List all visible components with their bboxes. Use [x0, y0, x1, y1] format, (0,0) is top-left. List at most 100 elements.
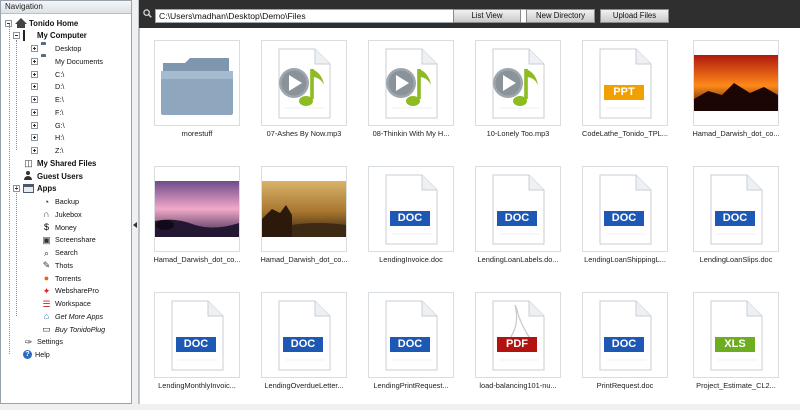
pdf-file-icon	[500, 304, 536, 348]
tree-item-f[interactable]: F:\	[31, 106, 63, 118]
list-view-button[interactable]: List View	[453, 9, 521, 23]
file-name-label[interactable]: 08-Thinkin With My H...	[357, 129, 465, 138]
drive-icon	[41, 82, 52, 92]
doc-file-tile[interactable]: DOC	[368, 292, 454, 378]
collapse-arrow-icon[interactable]	[133, 222, 137, 228]
monitor-icon: ▣	[42, 234, 51, 245]
tree-item-help[interactable]: ? Help	[13, 349, 50, 361]
file-name-label[interactable]: LendingMonthlyInvoic...	[143, 381, 251, 390]
file-name-label[interactable]: LendingLoanShippingL...	[571, 255, 679, 264]
tree-item-d[interactable]: D:\	[31, 81, 64, 93]
tree-item-my-shared-files[interactable]: ◫ My Shared Files	[13, 157, 96, 169]
file-name-label[interactable]: LendingOverdueLetter...	[250, 381, 358, 390]
doc-file-tile[interactable]: DOC	[582, 166, 668, 252]
navigation-header: Navigation	[1, 1, 131, 14]
tree-item-thots[interactable]: ✎ Thots	[31, 259, 73, 271]
tree-item-label: Backup	[55, 197, 79, 206]
tree-guide-line	[16, 40, 17, 150]
audio-file-tile[interactable]	[261, 40, 347, 126]
tree-item-c[interactable]: C:\	[31, 68, 64, 80]
expand-toggle-icon[interactable]	[31, 121, 38, 129]
file-name-label[interactable]: load-balancing101-nu...	[464, 381, 572, 390]
collapse-toggle-icon[interactable]	[13, 32, 20, 40]
expand-toggle-icon[interactable]	[31, 70, 38, 78]
file-name-label[interactable]: LendingPrintRequest...	[357, 381, 465, 390]
image-file-tile[interactable]	[261, 166, 347, 252]
image-file-tile[interactable]	[154, 166, 240, 252]
tree-item-label: Thots	[55, 260, 73, 270]
doc-file-tile[interactable]: DOC	[693, 166, 779, 252]
file-name-label[interactable]: PrintRequest.doc	[571, 381, 679, 390]
tree-item-screenshare[interactable]: ▣ Screenshare	[31, 234, 96, 246]
image-thumbnail	[262, 181, 346, 237]
panel-splitter[interactable]	[132, 0, 139, 404]
xls-file-icon	[710, 300, 763, 371]
expand-toggle-icon[interactable]	[31, 108, 38, 116]
file-name-label[interactable]: LendingLoanLabels.do...	[464, 255, 572, 264]
tree-item-get-more-apps[interactable]: ⌂ Get More Apps	[31, 310, 103, 322]
file-name-label[interactable]: Hamad_Darwish_dot_co...	[250, 255, 358, 264]
expand-toggle-icon[interactable]	[31, 147, 38, 154]
tree-item-search[interactable]: ⌕ Search	[31, 247, 78, 259]
pdf-file-tile[interactable]: PDF	[475, 292, 561, 378]
audio-file-tile[interactable]	[475, 40, 561, 126]
tree-item-g[interactable]: G:\	[31, 119, 65, 131]
doc-file-tile[interactable]: DOC	[261, 292, 347, 378]
tree-item-buy-tonidoplug[interactable]: ▭ Buy TonidoPlug	[31, 323, 105, 335]
audio-file-icon	[386, 68, 431, 106]
expand-toggle-icon[interactable]	[31, 45, 38, 52]
file-name-label[interactable]: Hamad_Darwish_dot_co...	[682, 129, 790, 138]
file-name-label[interactable]: LendingInvoice.doc	[357, 255, 465, 264]
new-directory-button[interactable]: New Directory	[526, 9, 595, 23]
file-name-label[interactable]: Hamad_Darwish_dot_co...	[143, 255, 251, 264]
tree-item-label: My Computer	[37, 31, 87, 41]
upload-files-button[interactable]: Upload Files	[600, 9, 669, 23]
doc-file-tile[interactable]: DOC	[154, 292, 240, 378]
doc-file-icon	[171, 300, 224, 371]
tree-item-e[interactable]: E:\	[31, 94, 64, 106]
file-name-label[interactable]: CodeLathe_Tonido_TPL...	[571, 129, 679, 138]
tree-item-h[interactable]: H:\	[31, 132, 64, 144]
tree-item-label: Search	[55, 248, 78, 257]
xls-file-tile[interactable]: XLS	[693, 292, 779, 378]
doc-file-tile[interactable]: DOC	[475, 166, 561, 252]
tree-item-backup[interactable]: ◔ Backup	[31, 196, 79, 208]
tree-item-desktop[interactable]: Desktop	[31, 43, 81, 55]
image-file-tile[interactable]	[693, 40, 779, 126]
file-name-label[interactable]: morestuff	[143, 129, 251, 138]
shared-files-icon: ◫	[24, 158, 33, 169]
file-grid: morestuff 07-Ashes By Now.mp3 08-Thinkin W…	[139, 28, 800, 404]
tree-item-torrents[interactable]: ● Torrents	[31, 272, 81, 284]
expand-toggle-icon[interactable]	[31, 83, 38, 91]
file-name-label[interactable]: Project_Estimate_CL2...	[682, 381, 790, 390]
expand-toggle-icon[interactable]	[31, 96, 38, 103]
doc-file-icon	[599, 300, 652, 371]
file-name-label[interactable]: LendingLoanSlips.doc	[682, 255, 790, 264]
expand-toggle-icon[interactable]	[31, 57, 38, 65]
tree-item-label: Z:\	[55, 146, 64, 155]
tree-item-apps[interactable]: Apps	[13, 183, 57, 195]
tree-item-settings[interactable]: ✑ Settings	[13, 336, 63, 348]
expand-toggle-icon[interactable]	[31, 134, 38, 142]
tree-item-label: F:\	[55, 107, 64, 117]
file-name-label[interactable]: 07-Ashes By Now.mp3	[250, 129, 358, 138]
audio-file-tile[interactable]	[368, 40, 454, 126]
tree-item-my-documents[interactable]: My Documents	[31, 55, 103, 67]
tree-item-guest-users[interactable]: Guest Users	[13, 170, 83, 182]
folder-file-tile[interactable]	[154, 40, 240, 126]
tree-item-my-computer[interactable]: My Computer	[13, 29, 87, 42]
doc-badge-icon: DOC	[390, 337, 430, 352]
tree-item-tonido-home[interactable]: Tonido Home	[5, 17, 78, 29]
tree-item-websharepro[interactable]: ✦ WebsharePro	[31, 285, 99, 297]
ppt-file-tile[interactable]: PPT	[582, 40, 668, 126]
doc-file-tile[interactable]: DOC	[582, 292, 668, 378]
file-name-label[interactable]: 10-Lonely Too.mp3	[464, 129, 572, 138]
doc-file-tile[interactable]: DOC	[368, 166, 454, 252]
tree-item-label: Screenshare	[55, 235, 96, 245]
tree-item-money[interactable]: $ Money	[31, 221, 77, 233]
tree-item-z[interactable]: Z:\	[31, 145, 63, 157]
tree-item-label: C:\	[55, 69, 65, 79]
tree-item-jukebox[interactable]: ∩ Jukebox	[31, 208, 82, 220]
tree-item-workspace[interactable]: ☰ Workspace	[31, 298, 90, 310]
webshare-icon: ✦	[42, 285, 51, 296]
